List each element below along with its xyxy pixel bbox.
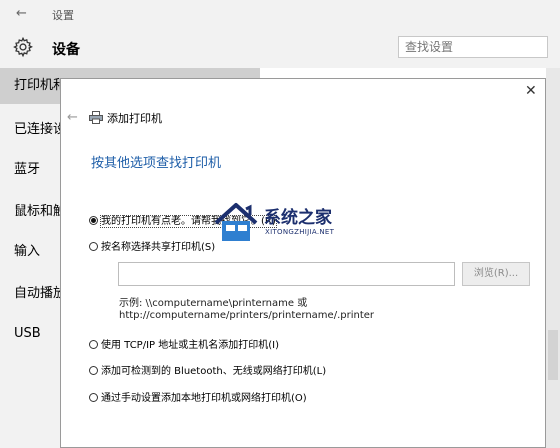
dialog-title: 添加打印机 <box>107 112 162 125</box>
option-wireless-printer[interactable]: 添加可检测到的 Bluetooth、无线或网络打印机(L) <box>89 362 326 378</box>
option-label: 添加可检测到的 Bluetooth、无线或网络打印机(L) <box>101 366 327 377</box>
sidebar-item-autoplay[interactable]: 自动播放 <box>0 276 60 312</box>
settings-header: 设备 <box>0 30 560 68</box>
watermark-subtext: XITONGZHIJIA.NET <box>265 228 335 236</box>
option-tcpip-printer[interactable]: 使用 TCP/IP 地址或主机名添加打印机(I) <box>89 336 279 352</box>
sidebar-item-connected-devices[interactable]: 已连接设 <box>0 112 60 148</box>
sidebar-item-usb[interactable]: USB <box>0 316 60 352</box>
watermark-text: 系统之家 <box>264 208 332 228</box>
sidebar-item-typing[interactable]: 输入 <box>0 234 60 270</box>
back-arrow-icon[interactable]: ← <box>16 6 27 21</box>
scrollbar-thumb[interactable] <box>548 330 558 380</box>
sidebar-item-bluetooth[interactable]: 蓝牙 <box>0 152 60 188</box>
watermark-logo: 系统之家 XITONGZHIJIA.NET <box>212 199 372 249</box>
option-local-printer[interactable]: 通过手动设置添加本地打印机或网络打印机(O) <box>89 389 307 405</box>
radio-button[interactable] <box>89 242 98 251</box>
page-title: 设备 <box>52 42 80 58</box>
sidebar-item-label: 蓝牙 <box>14 162 41 177</box>
sidebar-item-mouse[interactable]: 鼠标和触 <box>0 194 60 230</box>
dialog-heading: 按其他选项查找打印机 <box>91 156 222 171</box>
selected-row-highlight <box>60 68 260 78</box>
browse-button[interactable]: 浏览(R)... <box>462 262 530 286</box>
gear-icon <box>13 36 33 58</box>
example-line-2: http://computername/printers/printername… <box>119 310 375 321</box>
example-line-1: 示例: \\computername\printername 或 <box>119 298 308 309</box>
radio-button[interactable] <box>89 393 98 402</box>
scrollbar-track[interactable] <box>546 68 560 448</box>
radio-button[interactable] <box>89 340 98 349</box>
sidebar-item-label: 自动播放 <box>14 286 60 301</box>
settings-window-title: 设置 <box>52 9 74 22</box>
search-input[interactable] <box>398 36 548 58</box>
sidebar-item-label: 已连接设 <box>14 122 60 137</box>
watermark-house-icon <box>214 203 258 241</box>
option-label: 使用 TCP/IP 地址或主机名添加打印机(I) <box>101 340 279 351</box>
sidebar-item-label: USB <box>14 326 41 341</box>
option-label: 按名称选择共享打印机(S) <box>101 242 216 253</box>
add-printer-dialog: ✕ ← 添加打印机 按其他选项查找打印机 我的打印机有点老。请帮我找到它。(R)… <box>60 78 546 448</box>
sidebar-item-label: 输入 <box>14 244 41 259</box>
close-icon[interactable]: ✕ <box>525 83 537 99</box>
printer-icon <box>89 111 103 124</box>
dialog-back-arrow-icon[interactable]: ← <box>67 110 78 125</box>
settings-sidebar: 打印机和 已连接设 蓝牙 鼠标和触 输入 自动播放 USB <box>0 68 60 448</box>
radio-button[interactable] <box>89 216 98 225</box>
sidebar-item-label: 鼠标和触 <box>14 204 60 219</box>
settings-titlebar: ← 设置 <box>0 0 560 30</box>
sidebar-item-label: 打印机和 <box>14 78 60 93</box>
option-shared-printer[interactable]: 按名称选择共享打印机(S) <box>89 238 215 254</box>
radio-button[interactable] <box>89 366 98 375</box>
sidebar-item-printers[interactable]: 打印机和 <box>0 68 60 104</box>
option-label: 通过手动设置添加本地打印机或网络打印机(O) <box>101 393 307 404</box>
shared-printer-name-input[interactable] <box>118 262 455 286</box>
